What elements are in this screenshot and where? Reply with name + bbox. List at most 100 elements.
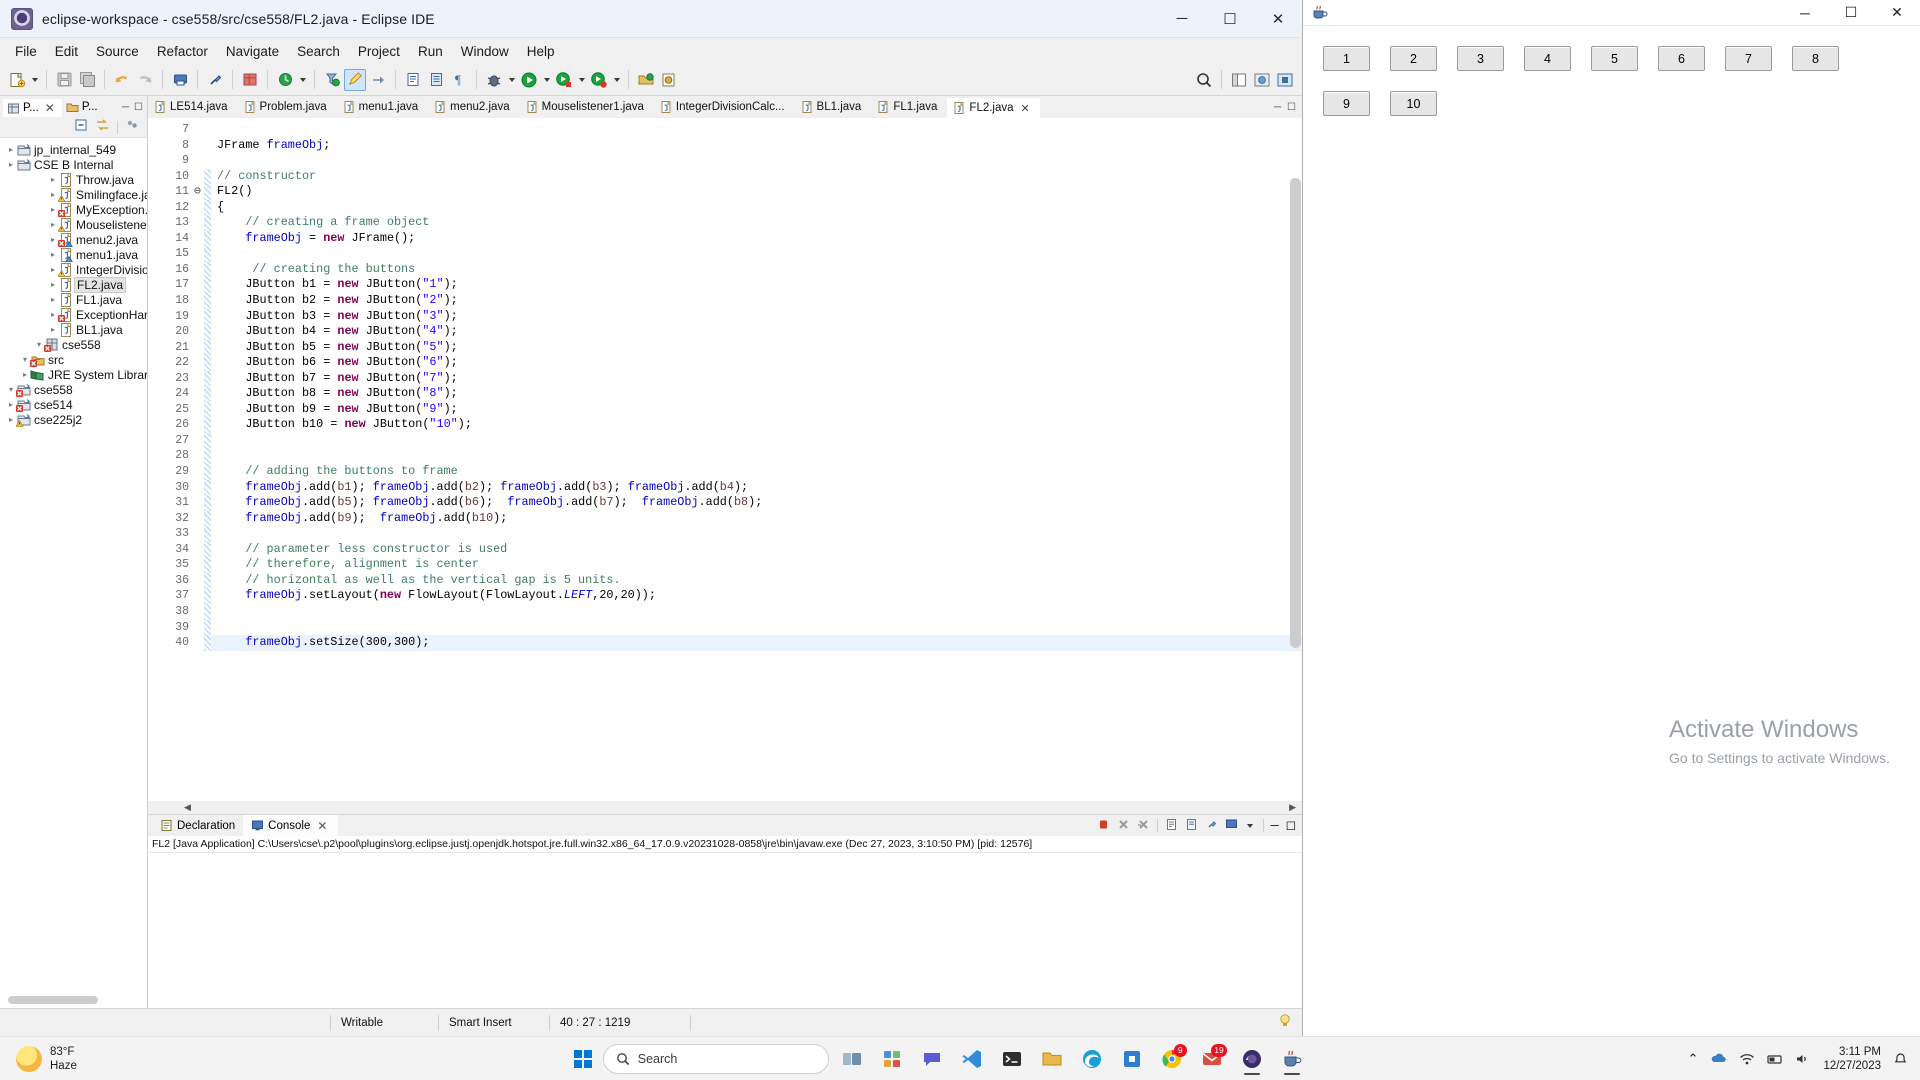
chevron-right-icon[interactable]: ▸ xyxy=(48,250,58,259)
menu-search[interactable]: Search xyxy=(288,41,349,62)
jbutton-6[interactable]: 6 xyxy=(1658,46,1705,71)
weather-widget[interactable]: 83°F Haze xyxy=(0,1045,190,1073)
remove-launch-icon[interactable] xyxy=(1117,818,1130,834)
volume-icon[interactable] xyxy=(1795,1052,1811,1066)
tree-item-fl1-java[interactable]: ▸ FL1.java xyxy=(0,292,147,307)
remove-all-launches-icon[interactable] xyxy=(1137,818,1150,834)
code-line[interactable]: JButton b1 = new JButton("1"); xyxy=(217,277,1302,293)
chevron-down-icon[interactable]: ▾ xyxy=(6,385,16,394)
tree-item-cse558[interactable]: ▾ cse558 xyxy=(0,382,147,397)
code-line[interactable]: frameObj = new JFrame(); xyxy=(217,231,1302,247)
redo-icon[interactable] xyxy=(134,69,156,91)
eclipse-icon[interactable] xyxy=(1235,1042,1269,1076)
tree-item-throw-java[interactable]: ▸ Throw.java xyxy=(0,172,147,187)
jbutton-1[interactable]: 1 xyxy=(1323,46,1370,71)
code-line[interactable] xyxy=(217,526,1302,542)
mail-icon[interactable]: 19 xyxy=(1195,1042,1229,1076)
code-line[interactable]: // adding the buttons to frame xyxy=(217,464,1302,480)
minimize-view-icon[interactable]: ─ xyxy=(122,102,129,113)
coverage-dropdown-icon[interactable] xyxy=(611,69,622,91)
jbutton-4[interactable]: 4 xyxy=(1524,46,1571,71)
vscode-icon[interactable] xyxy=(955,1042,989,1076)
minimize-button[interactable]: ─ xyxy=(1158,0,1206,37)
java-app-icon[interactable] xyxy=(1275,1042,1309,1076)
chevron-down-icon[interactable]: ▾ xyxy=(34,340,44,349)
tree-item-jp-internal-549[interactable]: ▸ jp_internal_549 xyxy=(0,142,147,157)
code-line[interactable]: frameObj.add(b5); frameObj.add(b6); fram… xyxy=(217,495,1302,511)
terminal-icon[interactable] xyxy=(995,1042,1029,1076)
link-with-editor-icon[interactable] xyxy=(95,118,110,137)
tab-package-explorer[interactable]: P... ✕ xyxy=(3,97,62,117)
code-line[interactable] xyxy=(217,153,1302,169)
tree-item-src[interactable]: ▾ src xyxy=(0,352,147,367)
new-wizard-dropdown-icon[interactable] xyxy=(29,69,40,91)
undo-icon[interactable] xyxy=(111,69,133,91)
run-icon[interactable] xyxy=(518,69,540,91)
editor-tab-menu1-java[interactable]: menu1.java xyxy=(337,96,428,118)
edit-highlight-icon[interactable] xyxy=(344,68,366,91)
new-wizard-icon[interactable] xyxy=(6,69,28,91)
maximize-button[interactable]: ☐ xyxy=(1206,0,1254,37)
code-line[interactable]: JButton b5 = new JButton("5"); xyxy=(217,340,1302,356)
code-line[interactable]: JFrame frameObj; xyxy=(217,138,1302,154)
code-line[interactable]: frameObj.setSize(300,300); xyxy=(211,635,1302,651)
menu-refactor[interactable]: Refactor xyxy=(148,41,217,62)
scroll-left-icon[interactable]: ◀ xyxy=(184,802,191,813)
jbutton-7[interactable]: 7 xyxy=(1725,46,1772,71)
scroll-right-icon[interactable]: ▶ xyxy=(1289,802,1302,813)
chevron-right-icon[interactable]: ▸ xyxy=(48,265,58,274)
menu-source[interactable]: Source xyxy=(87,41,148,62)
code-line[interactable]: JButton b6 = new JButton("6"); xyxy=(217,355,1302,371)
display-selected-console-icon[interactable] xyxy=(1225,818,1238,834)
editor-tab-mouselistener1-java[interactable]: Mouselistener1.java xyxy=(520,96,654,118)
jbutton-2[interactable]: 2 xyxy=(1390,46,1437,71)
terminate-icon[interactable] xyxy=(1097,818,1110,834)
console-dropdown-icon[interactable] xyxy=(1245,815,1256,837)
close-icon[interactable]: ✕ xyxy=(42,101,58,115)
file-explorer-icon[interactable] xyxy=(1035,1042,1069,1076)
chevron-right-icon[interactable]: ▸ xyxy=(48,310,58,319)
code-line[interactable]: // constructor xyxy=(217,169,1302,185)
code-line[interactable] xyxy=(217,246,1302,262)
console-output[interactable] xyxy=(148,853,1302,1008)
chevron-right-icon[interactable]: ▸ xyxy=(48,295,58,304)
editor-tab-problem-java[interactable]: Problem.java xyxy=(238,96,337,118)
new-class-icon[interactable] xyxy=(658,69,680,91)
minimize-console-icon[interactable]: ─ xyxy=(1271,820,1279,832)
code-line[interactable]: frameObj.setLayout(new FlowLayout(FlowLa… xyxy=(217,588,1302,604)
pin-console-icon[interactable] xyxy=(1205,818,1218,834)
tree-item-cse514[interactable]: ▸ cse514 xyxy=(0,397,147,412)
tab-project-explorer[interactable]: P... xyxy=(62,99,102,116)
tree-item-cse-b-internal[interactable]: ▸ CSE B Internal xyxy=(0,157,147,172)
swing-close-button[interactable]: ✕ xyxy=(1874,0,1920,25)
new-java-project-icon[interactable] xyxy=(239,69,261,91)
chevron-right-icon[interactable]: ▸ xyxy=(48,205,58,214)
chevron-right-icon[interactable]: ▸ xyxy=(6,400,16,409)
menu-project[interactable]: Project xyxy=(349,41,409,62)
code-line[interactable]: JButton b7 = new JButton("7"); xyxy=(217,371,1302,387)
maximize-console-icon[interactable]: ☐ xyxy=(1286,819,1296,833)
code-line[interactable] xyxy=(217,448,1302,464)
editor-tab-menu2-java[interactable]: menu2.java xyxy=(428,96,519,118)
run-last-tool-icon[interactable] xyxy=(553,69,575,91)
refresh-icon[interactable] xyxy=(274,69,296,91)
code-line[interactable]: // creating the buttons xyxy=(217,262,1302,278)
pilcrow-icon[interactable]: ¶ xyxy=(448,69,470,91)
chevron-right-icon[interactable]: ▸ xyxy=(6,415,16,424)
pin-icon[interactable] xyxy=(204,69,226,91)
maximize-view-icon[interactable]: ☐ xyxy=(134,102,143,113)
tab-declaration[interactable]: Declaration xyxy=(152,815,243,836)
tree-item-exceptionhandli[interactable]: ▸ ExceptionHandli xyxy=(0,307,147,322)
menu-edit[interactable]: Edit xyxy=(46,41,87,62)
chevron-right-icon[interactable]: ▸ xyxy=(48,220,58,229)
tree-item-menu2-java[interactable]: ▸ menu2.java xyxy=(0,232,147,247)
store-icon[interactable] xyxy=(1115,1042,1149,1076)
chevron-right-icon[interactable]: ▸ xyxy=(48,190,58,199)
search-field-icon[interactable] xyxy=(1193,69,1215,91)
explorer-horizontal-scrollbar[interactable] xyxy=(8,996,98,1004)
taskview-icon[interactable] xyxy=(835,1042,869,1076)
chevron-right-icon[interactable]: ▸ xyxy=(48,175,58,184)
chat-icon[interactable] xyxy=(915,1042,949,1076)
close-button[interactable]: ✕ xyxy=(1254,0,1302,37)
tree-item-bl1-java[interactable]: ▸ BL1.java xyxy=(0,322,147,337)
